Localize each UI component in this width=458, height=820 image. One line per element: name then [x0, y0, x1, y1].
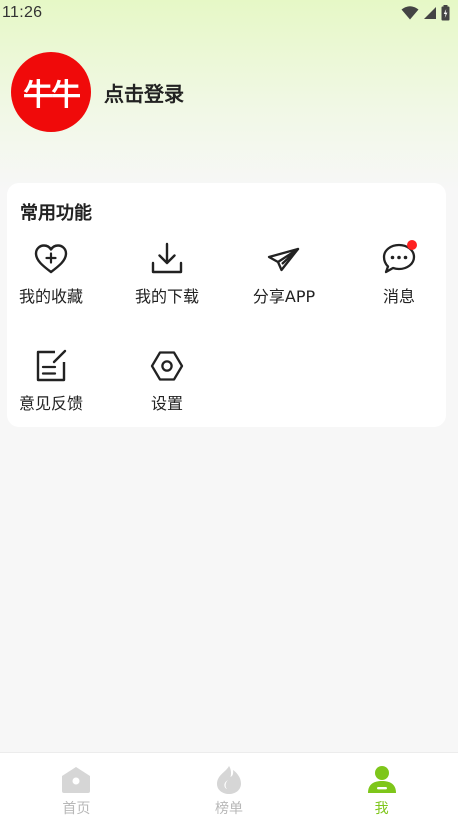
- tab-home[interactable]: 首页: [0, 753, 153, 820]
- share-app-label: 分享APP: [252, 287, 316, 306]
- settings-button[interactable]: 设置: [112, 348, 222, 428]
- download-icon: [149, 241, 185, 277]
- profile-header[interactable]: 牛牛 点击登录: [11, 52, 184, 132]
- share-app-button[interactable]: 分享APP: [229, 241, 339, 321]
- settings-label: 设置: [150, 394, 183, 413]
- favorites-label: 我的收藏: [18, 287, 83, 306]
- tab-home-label: 首页: [62, 801, 91, 817]
- home-icon: [60, 764, 92, 796]
- tab-ranking[interactable]: 榜单: [153, 753, 306, 820]
- favorites-button[interactable]: 我的收藏: [0, 241, 106, 321]
- feedback-button[interactable]: 意见反馈: [0, 348, 106, 428]
- battery-icon: [441, 5, 450, 21]
- wifi-icon: [401, 6, 419, 20]
- hexagon-settings-icon: [149, 348, 185, 384]
- heart-plus-icon: [33, 241, 69, 277]
- feedback-edit-icon: [33, 348, 69, 384]
- status-icons: [401, 5, 450, 21]
- tab-me-label: 我: [374, 801, 389, 817]
- messages-label: 消息: [382, 287, 415, 306]
- chat-bubble-icon: [381, 240, 417, 277]
- avatar[interactable]: 牛牛: [11, 52, 91, 132]
- status-bar: 11:26: [0, 0, 458, 26]
- bottom-tab-bar: 首页 榜单 我: [0, 752, 458, 820]
- messages-button[interactable]: 消息: [344, 240, 454, 321]
- login-link[interactable]: 点击登录: [104, 78, 184, 107]
- feedback-label: 意见反馈: [18, 394, 83, 413]
- flame-icon: [213, 764, 245, 796]
- cell-signal-icon: [423, 6, 437, 20]
- tab-ranking-label: 榜单: [215, 801, 243, 817]
- paper-plane-icon: [266, 241, 302, 277]
- tab-me[interactable]: 我: [305, 753, 458, 820]
- downloads-label: 我的下载: [134, 287, 199, 306]
- section-title: 常用功能: [20, 203, 92, 224]
- unread-badge: [407, 240, 417, 250]
- user-icon: [366, 764, 398, 796]
- status-time: 11:26: [2, 4, 43, 21]
- common-functions-card: 常用功能 我的收藏 我的下载 分享APP 消息 意见反馈 设置: [7, 183, 446, 427]
- downloads-button[interactable]: 我的下载: [112, 241, 222, 321]
